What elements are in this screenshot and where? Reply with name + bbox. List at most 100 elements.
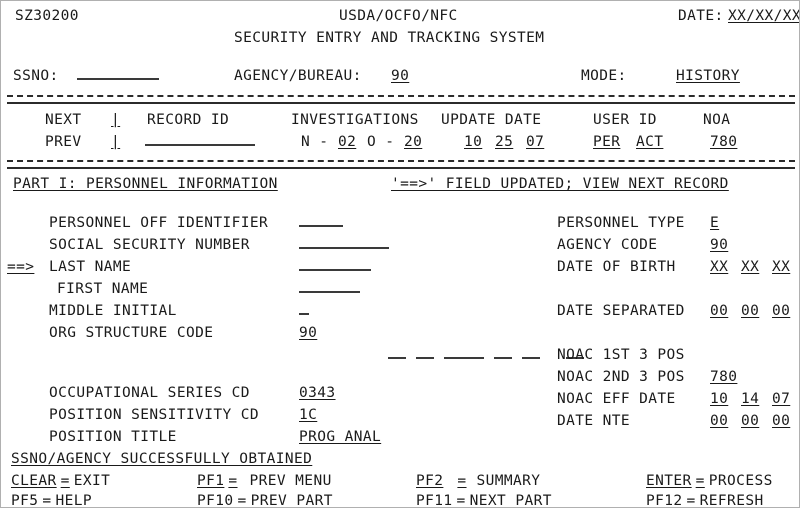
divider-dashed-mid <box>7 160 795 162</box>
label-org-structure-code: ORG STRUCTURE CODE <box>49 325 214 341</box>
field-row-noac-eff-date: NOAC EFF DATE 10 14 07 <box>1 388 799 410</box>
status-message: '==>' FIELD UPDATED; VIEW NEXT RECORD <box>391 176 729 192</box>
record-id-input[interactable] <box>145 131 255 153</box>
update-date-day[interactable]: 25 <box>495 131 513 153</box>
fkey-pf2-action: SUMMARY <box>476 473 541 489</box>
col-investigations: INVESTIGATIONS <box>291 112 419 128</box>
value-date-separated-year[interactable]: 00 <box>772 300 790 322</box>
next-input[interactable]: | <box>111 109 120 131</box>
header-row-1: SZ30200 USDA/OCFO/NFC DATE: XX/XX/XX <box>1 5 799 27</box>
value-noac-eff-date-month[interactable]: 10 <box>710 388 728 410</box>
user-id-part2[interactable]: ACT <box>636 131 663 153</box>
part-bar: PART I: PERSONNEL INFORMATION '==>' FIEL… <box>1 173 799 195</box>
fkey-clear-key: CLEAR <box>11 473 57 489</box>
fkey-pf12-action: REFRESH <box>699 493 764 508</box>
investigation-o-value[interactable]: 20 <box>404 131 422 153</box>
field-row-noac-2nd-3-pos: NOAC 2ND 3 POS 780 <box>1 366 799 388</box>
investigation-n-value[interactable]: 02 <box>338 131 356 153</box>
prev-label: PREV <box>45 134 82 150</box>
divider-dashed-top <box>7 95 795 97</box>
col-user-id: USER ID <box>593 112 657 128</box>
fkey-pf2-eq: = <box>457 473 467 489</box>
mode-value[interactable]: HISTORY <box>676 65 740 87</box>
value-date-nte-year[interactable]: 00 <box>772 410 790 432</box>
col-record-id: RECORD ID <box>147 112 230 128</box>
value-date-separated-month[interactable]: 00 <box>710 300 728 322</box>
value-date-nte-day[interactable]: 00 <box>741 410 759 432</box>
function-key-row-2: PF5 = HELP PF10 = PREV PART PF11 = NEXT PART P… <box>1 490 799 508</box>
ssno-input[interactable] <box>77 65 159 87</box>
label-noac-2nd-3-pos: NOAC 2ND 3 POS <box>557 369 685 385</box>
label-first-name: FIRST NAME <box>57 281 149 297</box>
fkey-pf1-eq: = <box>228 473 238 489</box>
label-date-of-birth: DATE OF BIRTH <box>557 259 676 275</box>
screen-id: SZ30200 <box>15 8 79 24</box>
fkey-pf5[interactable]: PF5 = HELP <box>11 490 93 508</box>
field-row-personnel-type: PERSONNEL TYPE E <box>1 212 799 234</box>
fkey-pf11[interactable]: PF11 = NEXT PART <box>416 490 552 508</box>
prev-input[interactable]: | <box>111 131 120 153</box>
fkey-enter[interactable]: ENTER = PROCESS <box>646 470 773 492</box>
fkey-clear[interactable]: CLEAR = EXIT <box>11 470 110 492</box>
terminal-screen: SZ30200 USDA/OCFO/NFC DATE: XX/XX/XX SEC… <box>0 0 800 508</box>
divider-solid-mid <box>7 167 795 169</box>
fkey-pf1[interactable]: PF1 = PREV MENU <box>197 470 332 492</box>
agency-bureau-label: AGENCY/BUREAU: <box>234 68 362 84</box>
col-noa: NOA <box>703 112 731 128</box>
field-row-date-of-birth: DATE OF BIRTH XX XX XX <box>1 256 799 278</box>
value-noac-2nd-3-pos[interactable]: 780 <box>710 366 737 388</box>
label-personnel-type: PERSONNEL TYPE <box>557 215 685 231</box>
fkey-pf5-eq: = <box>42 493 52 508</box>
fkey-pf11-eq: = <box>456 493 466 508</box>
divider-solid-top <box>7 102 795 104</box>
fkey-pf10[interactable]: PF10 = PREV PART <box>197 490 333 508</box>
fkey-pf1-key: PF1 <box>197 473 225 489</box>
status-line: SSNO/AGENCY SUCCESSFULLY OBTAINED <box>11 451 313 467</box>
field-row-date-nte: DATE NTE 00 00 00 <box>1 410 799 432</box>
fkey-pf10-action: PREV PART <box>250 493 333 508</box>
fkey-pf12[interactable]: PF12 = REFRESH <box>646 490 764 508</box>
value-date-nte-month[interactable]: 00 <box>710 410 728 432</box>
field-row-agency-code: AGENCY CODE 90 <box>1 234 799 256</box>
org-structure-code-value[interactable]: 90 <box>299 322 317 344</box>
user-id-part1[interactable]: PER <box>593 131 620 153</box>
col-update-date: UPDATE DATE <box>441 112 542 128</box>
value-date-of-birth-day[interactable]: XX <box>741 256 759 278</box>
fkey-pf2-key: PF2 <box>416 473 444 489</box>
fkey-pf2[interactable]: PF2 = SUMMARY <box>416 470 540 492</box>
fkey-enter-eq: = <box>695 473 705 489</box>
input-first-name[interactable] <box>299 278 360 300</box>
field-row-noac-1st-3-pos: NOAC 1ST 3 POS <box>1 344 799 366</box>
value-date-of-birth-year[interactable]: XX <box>772 256 790 278</box>
fkey-pf12-eq: = <box>686 493 696 508</box>
value-date-of-birth-month[interactable]: XX <box>710 256 728 278</box>
fkey-pf11-key: PF11 <box>416 493 453 508</box>
agency-bureau-value[interactable]: 90 <box>391 65 409 87</box>
record-nav-value-row: PREV | N - 02 O - 20 10 25 07 PER ACT 78… <box>1 131 799 153</box>
label-date-separated: DATE SEPARATED <box>557 303 685 319</box>
value-personnel-type[interactable]: E <box>710 212 719 234</box>
fkey-pf12-key: PF12 <box>646 493 683 508</box>
ssno-label: SSNO: <box>13 68 59 84</box>
value-noac-eff-date-year[interactable]: 07 <box>772 388 790 410</box>
field-row-first-name: FIRST NAME <box>1 278 799 300</box>
date-value: XX/XX/XX <box>728 8 800 24</box>
value-agency-code[interactable]: 90 <box>710 234 728 256</box>
status-line-row: SSNO/AGENCY SUCCESSFULLY OBTAINED <box>1 448 799 470</box>
field-row-date-separated: DATE SEPARATED 00 00 00 <box>1 300 799 322</box>
value-noac-eff-date-day[interactable]: 14 <box>741 388 759 410</box>
date-label: DATE: <box>678 8 724 24</box>
fkey-pf5-key: PF5 <box>11 493 39 508</box>
noa-value[interactable]: 780 <box>710 131 737 153</box>
system-title: SECURITY ENTRY AND TRACKING SYSTEM <box>234 30 545 46</box>
update-date-year[interactable]: 07 <box>526 131 544 153</box>
value-date-separated-day[interactable]: 00 <box>741 300 759 322</box>
label-date-nte: DATE NTE <box>557 413 631 429</box>
investigation-n-label: N - <box>301 134 329 150</box>
function-key-row-1: CLEAR = EXIT PF1 = PREV MENU PF2 = SUMMARY ENT… <box>1 470 799 492</box>
fkey-pf5-action: HELP <box>55 493 93 508</box>
fkey-pf11-action: NEXT PART <box>469 493 552 508</box>
label-noac-1st-3-pos: NOAC 1ST 3 POS <box>557 347 685 363</box>
fkey-clear-eq: = <box>60 473 70 489</box>
update-date-month[interactable]: 10 <box>464 131 482 153</box>
